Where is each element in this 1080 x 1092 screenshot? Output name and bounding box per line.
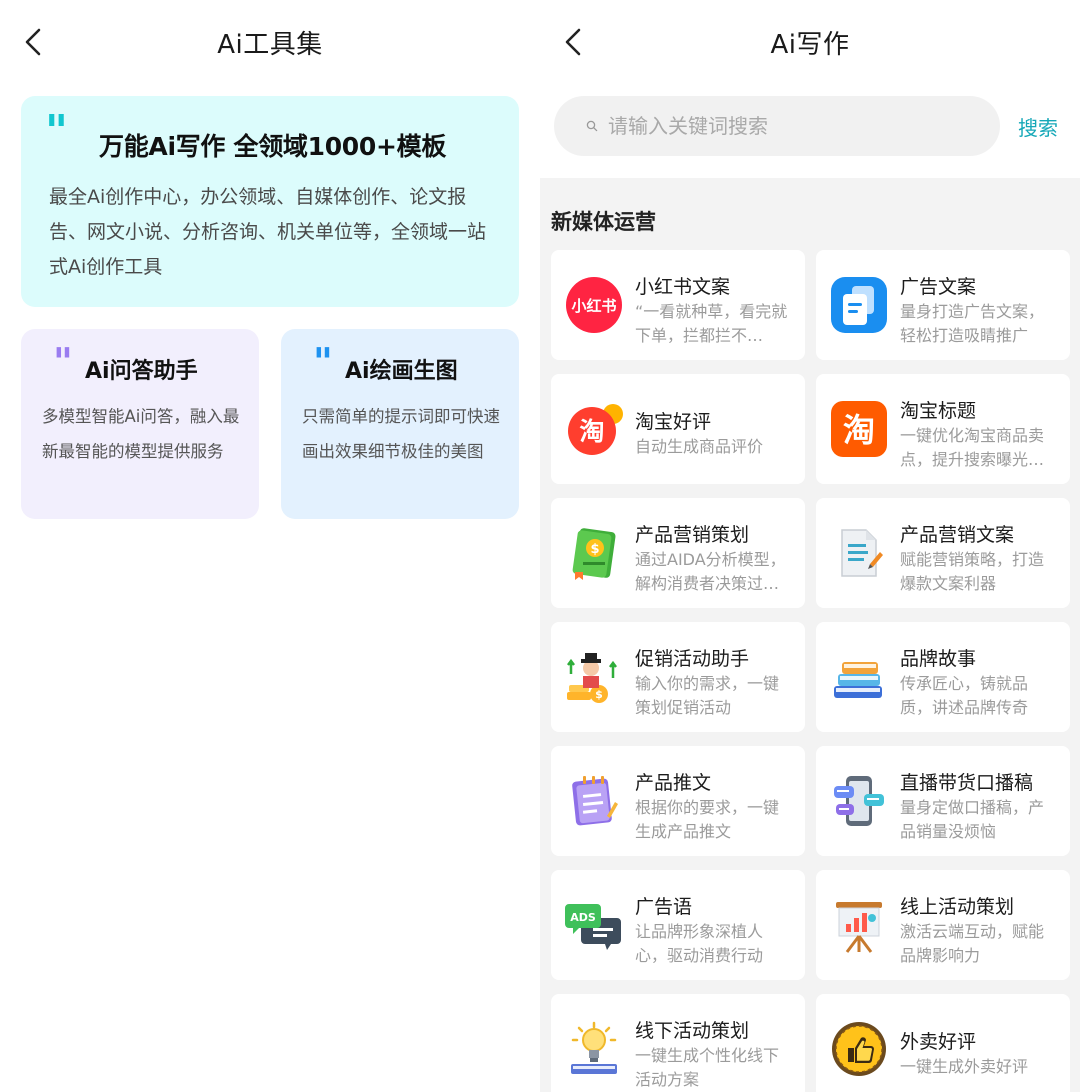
ad-copy-icon [830,276,888,334]
card-desc: 通过AIDA分析模型，解构消费者决策过… [635,550,786,593]
search-icon [586,120,598,132]
template-card-takeaway-review[interactable]: 外卖好评 一键生成外卖好评 [816,994,1070,1092]
ai-writing-card[interactable]: " 万能Ai写作 全领域1000+模板 最全Ai创作中心，办公领域、自媒体创作、… [21,96,519,307]
card-title: 线上活动策划 [900,896,1015,918]
takeaway-review-icon [830,1020,888,1078]
ai-writing-panel: Ai写作 搜索 新媒体运营 小红书 小红书文案 “一看就种草，看完就下单，拦都拦… [540,0,1080,1092]
card-title: 直播带货口播稿 [900,772,1034,794]
ai-qa-card[interactable]: " Ai问答助手 多模型智能Ai问答，融入最新最智能的模型提供服务 [21,329,259,519]
quote-mark-icon: " [45,106,68,157]
card-title: 产品营销文案 [900,524,1015,546]
quote-mark-icon: " [53,339,73,384]
card-title: 产品营销策划 [635,524,750,546]
card-desc: “一看就种草，看完就下单，拦都拦不… [635,302,788,345]
card-title: 广告文案 [900,276,977,298]
template-card-ads-slogan[interactable]: ADS 广告语 让品牌形象深植人心，驱动消费行动 [551,870,805,980]
card-title: 线下活动策划 [635,1020,750,1042]
ai-qa-title: Ai问答助手 [85,359,198,384]
template-card-taobao-review[interactable]: 淘 淘宝好评 自动生成商品评价 [551,374,805,484]
section-title: 新媒体运营 [551,210,656,234]
marketing-copy-icon [830,524,888,582]
card-title: 广告语 [635,896,693,918]
online-event-icon [830,896,888,954]
card-title: 淘宝好评 [635,411,712,433]
template-list-area[interactable]: 新媒体运营 小红书 小红书文案 “一看就种草，看完就下单，拦都拦不… 广告文案 … [540,178,1080,1092]
ai-draw-card[interactable]: " Ai绘画生图 只需简单的提示词即可快速画出效果细节极佳的美图 [281,329,519,519]
card-desc: 一键生成个性化线下活动方案 [635,1046,780,1089]
card-desc: 自动生成商品评价 [635,437,764,456]
card-desc: 量身定做口播稿，产品销量没烦恼 [900,798,1045,841]
svg-text:ADS: ADS [570,911,596,924]
svg-text:$: $ [595,688,603,701]
brand-story-icon [830,648,888,706]
template-card-brand-story[interactable]: 品牌故事 传承匠心，铸就品质，讲述品牌传奇 [816,622,1070,732]
card-desc: 让品牌形象深植人心，驱动消费行动 [635,922,764,965]
taobao-review-icon: 淘 [565,400,623,458]
page-title: Ai写作 [770,30,850,60]
quote-mark-icon: " [313,339,333,384]
card-title: 促销活动助手 [635,648,750,670]
card-desc: 量身打造广告文案，轻松打造吸睛推广 [900,302,1045,345]
page-title: Ai工具集 [217,30,323,60]
svg-text:小红书: 小红书 [571,297,616,315]
search-button[interactable]: 搜索 [1018,112,1058,141]
ai-draw-title: Ai绘画生图 [345,359,458,384]
top-bar: Ai工具集 [0,0,540,84]
card-desc: 根据你的要求，一键生成产品推文 [635,798,780,841]
card-desc: 一键优化淘宝商品卖点，提升搜索曝光… [900,426,1045,469]
card-desc: 输入你的需求，一键策划促销活动 [635,674,780,717]
template-card-xiaohongshu[interactable]: 小红书 小红书文案 “一看就种草，看完就下单，拦都拦不… [551,250,805,360]
card-desc: 赋能营销策略，打造爆款文案利器 [900,550,1045,593]
template-card-taobao-title[interactable]: 淘 淘宝标题 一键优化淘宝商品卖点，提升搜索曝光… [816,374,1070,484]
template-card-marketing-copy[interactable]: 产品营销文案 赋能营销策略，打造爆款文案利器 [816,498,1070,608]
ads-slogan-icon: ADS [565,896,623,954]
card-desc: 激活云端互动，赋能品牌影响力 [900,922,1045,965]
svg-text:淘: 淘 [843,411,875,449]
ai-qa-desc: 多模型智能Ai问答，融入最新最智能的模型提供服务 [42,407,240,461]
offline-event-icon [565,1020,623,1078]
template-card-ad-copy[interactable]: 广告文案 量身打造广告文案，轻松打造吸睛推广 [816,250,1070,360]
template-card-livestream-script[interactable]: 直播带货口播稿 量身定做口播稿，产品销量没烦恼 [816,746,1070,856]
card-title: 品牌故事 [900,648,977,670]
card-title: 外卖好评 [900,1031,977,1053]
product-post-icon [565,772,623,830]
template-card-offline-event[interactable]: 线下活动策划 一键生成个性化线下活动方案 [551,994,805,1092]
xiaohongshu-icon: 小红书 [565,276,623,334]
ai-writing-title: 万能Ai写作 全领域1000+模板 [99,132,447,161]
search-bar: 搜索 [540,96,1080,158]
card-desc: 一键生成外卖好评 [900,1057,1029,1076]
marketing-plan-icon: $ [565,524,623,582]
ai-tools-panel: Ai工具集 " 万能Ai写作 全领域1000+模板 最全Ai创作中心，办公领域、… [0,0,540,1092]
template-card-marketing-plan[interactable]: $ 产品营销策划 通过AIDA分析模型，解构消费者决策过… [551,498,805,608]
taobao-title-icon: 淘 [830,400,888,458]
search-box[interactable] [554,96,1000,156]
template-card-product-post[interactable]: 产品推文 根据你的要求，一键生成产品推文 [551,746,805,856]
template-card-promo-assistant[interactable]: $ 促销活动助手 输入你的需求，一键策划促销活动 [551,622,805,732]
svg-text:$: $ [590,542,599,557]
svg-text:淘: 淘 [579,417,604,446]
card-title: 小红书文案 [635,276,731,298]
template-card-online-event[interactable]: 线上活动策划 激活云端互动，赋能品牌影响力 [816,870,1070,980]
search-input[interactable] [608,110,988,142]
promo-assistant-icon: $ [565,648,623,706]
card-title: 淘宝标题 [900,400,977,422]
ai-draw-desc: 只需简单的提示词即可快速画出效果细节极佳的美图 [302,407,500,461]
top-bar: Ai写作 [540,0,1080,84]
livestream-script-icon [830,772,888,830]
card-desc: 传承匠心，铸就品质，讲述品牌传奇 [900,674,1029,717]
ai-writing-desc: 最全Ai创作中心，办公领域、自媒体创作、论文报告、网文小说、分析咨询、机关单位等… [49,186,487,278]
card-title: 产品推文 [635,772,712,794]
